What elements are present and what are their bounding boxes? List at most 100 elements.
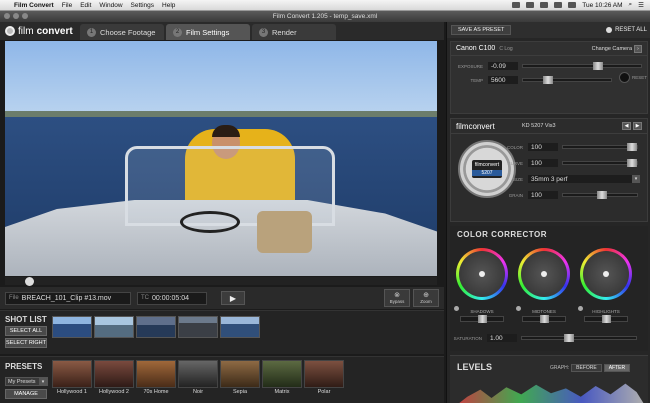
graph-label: GRAPH: [550,365,570,371]
shadows-color-wheel[interactable] [456,248,508,300]
shadows-luma-handle[interactable] [478,315,487,323]
presets-section: PRESETS My Presets ▾ MANAGE Hollywood 1 … [0,356,444,403]
midtones-color-wheel[interactable] [518,248,570,300]
midtones-luma-handle[interactable] [540,315,549,323]
curve-slider[interactable] [562,159,638,167]
change-camera-button[interactable]: Change Camera › [592,44,642,53]
menu-file[interactable]: File [62,2,72,9]
color-slider-handle[interactable] [627,143,637,151]
reset-all-button[interactable]: RESET ALL [606,27,647,33]
size-row: SIZE 35mm 3 perf ▾ [491,175,640,183]
camera-name: Canon C100 [456,45,496,52]
preset-hollywood-1[interactable]: Hollywood 1 [52,360,92,398]
wheel-center [521,251,567,297]
presets-dropdown[interactable]: My Presets ▾ [5,377,48,386]
temp-reset-knob[interactable] [619,72,630,83]
highlights-wheel-handle[interactable] [603,271,609,277]
highlights-luma-handle[interactable] [602,315,611,323]
timecode-field[interactable]: TC 00:00:05:04 [137,291,207,305]
select-all-button[interactable]: SELECT ALL [5,326,47,336]
temp-slider-handle[interactable] [543,76,553,84]
exposure-value[interactable]: -0.09 [488,62,518,70]
preset-hollywood-2[interactable]: Hollywood 2 [94,360,134,398]
grain-slider-handle[interactable] [597,191,607,199]
video-preview[interactable] [5,41,437,276]
shot-thumbnail[interactable] [94,316,134,338]
close-window-button[interactable] [4,13,10,19]
shot-thumbnail[interactable] [136,316,176,338]
window-controls [4,13,28,19]
temp-slider[interactable] [522,76,612,84]
window-titlebar: Film Convert 1.205 - temp_save.xml [0,11,650,22]
tab-film-settings[interactable]: 2 Film Settings [166,24,250,40]
shadows-luma-slider[interactable] [460,315,504,323]
curve-value[interactable]: 100 [528,159,558,167]
save-as-preset-button[interactable]: SAVE AS PRESET [451,25,512,35]
tab-render[interactable]: 3 Render [252,24,336,40]
zoom-button[interactable]: ⊕ Zoom [413,289,439,307]
preset-noir[interactable]: Noir [178,360,218,398]
temp-row: TEMP 5600 [451,76,612,84]
bluetooth-icon[interactable] [526,2,535,8]
preset-name: Sepia [232,389,248,395]
select-right-button[interactable]: SELECT RIGHT [5,338,47,348]
grain-slider[interactable] [562,191,638,199]
volume-icon[interactable] [554,2,563,8]
panel-toolbar: SAVE AS PRESET RESET ALL [447,22,650,38]
bypass-button[interactable]: ⊗ Bypass [384,289,410,307]
grain-label: GRAIN [508,192,523,198]
exposure-slider[interactable] [522,62,642,70]
highlights-color-wheel[interactable] [580,248,632,300]
saturation-slider-handle[interactable] [564,334,574,342]
spotlight-icon[interactable]: ⌕ [629,1,633,9]
saturation-value[interactable]: 1.00 [487,334,517,342]
exposure-slider-handle[interactable] [593,62,603,70]
menu-window[interactable]: Window [99,2,122,9]
play-button[interactable]: ▶ [221,291,245,305]
menu-help[interactable]: Help [162,2,175,9]
wifi-icon[interactable] [540,2,549,8]
menu-app-name[interactable]: Film Convert [14,2,54,9]
logo-text-bold: convert [36,25,73,37]
preset-sepia[interactable]: Sepia [220,360,260,398]
timeline-scrubber[interactable] [5,277,437,286]
next-stock-button[interactable]: ▶ [633,122,642,130]
shot-thumbnail[interactable] [52,316,92,338]
preset-thumbnail [52,360,92,388]
preset-matrix[interactable]: Matrix [262,360,302,398]
grain-value[interactable]: 100 [528,191,558,199]
scrubber-handle[interactable] [25,277,34,286]
highlights-luma-slider[interactable] [584,315,628,323]
dropbox-icon[interactable] [512,2,521,8]
tab-number: 3 [259,27,268,37]
clock[interactable]: Tue 10:26 AM [582,2,622,9]
saturation-slider[interactable] [521,334,637,342]
color-value[interactable]: 100 [528,143,558,151]
color-slider[interactable] [562,143,638,151]
preset-70s-home[interactable]: 70s Home [136,360,176,398]
tab-choose-footage[interactable]: 1 Choose Footage [80,24,164,40]
previous-stock-button[interactable]: ◀ [622,122,631,130]
curve-slider-handle[interactable] [627,159,637,167]
graph-before-button[interactable]: BEFORE [571,364,602,372]
preset-polar[interactable]: Polar [304,360,344,398]
midtones-luma-slider[interactable] [522,315,566,323]
menu-settings[interactable]: Settings [131,2,155,9]
manage-presets-button[interactable]: MANAGE [5,389,47,399]
menu-edit[interactable]: Edit [80,2,91,9]
temp-value[interactable]: 5600 [488,76,518,84]
battery-icon[interactable] [568,2,577,8]
size-dropdown[interactable]: 35mm 3 perf ▾ [528,175,640,183]
bypass-icon: ⊗ [394,292,400,299]
shot-thumbnail[interactable] [178,316,218,338]
color-corrector: COLOR CORRECTOR SHADOWS MIDTONES HIGHLIG… [450,226,648,351]
shadows-wheel-handle[interactable] [479,271,485,277]
minimize-window-button[interactable] [13,13,19,19]
zoom-window-button[interactable] [22,13,28,19]
shot-thumbnail[interactable] [220,316,260,338]
tab-number: 1 [87,27,96,37]
zoom-icon: ⊕ [423,292,429,299]
graph-after-button[interactable]: AFTER [603,364,631,372]
midtones-wheel-handle[interactable] [541,271,547,277]
notification-center-icon[interactable]: ☰ [638,1,644,9]
